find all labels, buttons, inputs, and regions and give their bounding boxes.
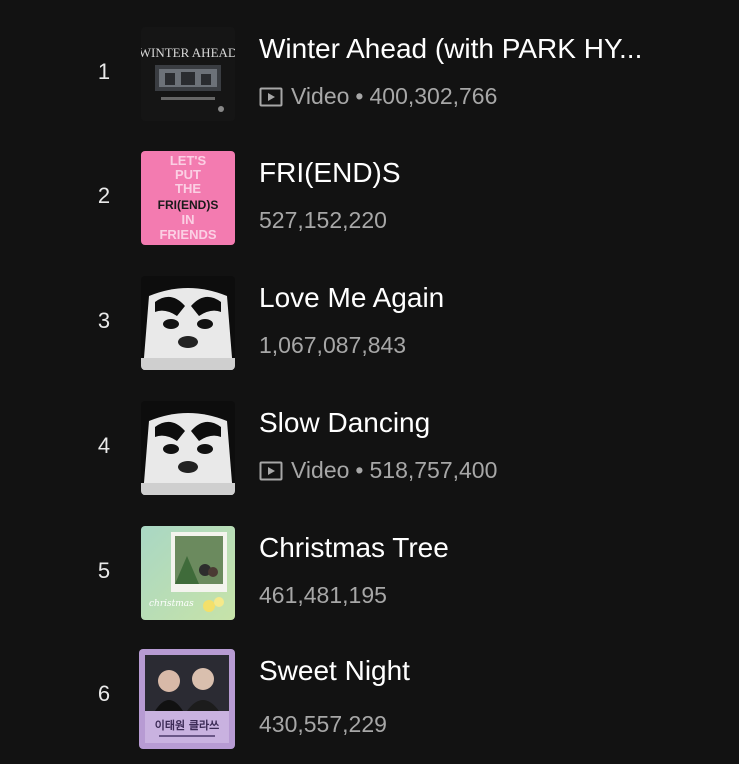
track-meta: 461,481,195 bbox=[259, 582, 387, 609]
track-title: Slow Dancing bbox=[259, 407, 431, 438]
track-row-5[interactable]: 5 christmas Christmas Tree 461,481,195 bbox=[0, 522, 739, 622]
cover-text: WINTER AHEAD bbox=[141, 45, 235, 60]
track-rank: 1 bbox=[97, 59, 111, 84]
cover-line: FRIENDS bbox=[159, 227, 216, 242]
track-type-label: Video bbox=[291, 457, 350, 483]
album-cover-friends: LET'S PUT THE FRI(END)S IN FRIENDS bbox=[141, 151, 235, 245]
track-play-count: 400,302,766 bbox=[369, 83, 498, 109]
track-row-1[interactable]: 1 WINTER AHEAD Winter Ahead (with PARK H… bbox=[0, 23, 739, 123]
album-cover-sweet-night: 이태원 클라쓰 bbox=[139, 649, 235, 749]
cover-line: LET'S bbox=[170, 153, 207, 168]
track-rank: 5 bbox=[97, 558, 111, 583]
track-rank: 4 bbox=[97, 433, 111, 458]
meta-separator: • bbox=[355, 83, 364, 109]
track-row-4[interactable]: 4 Slow Dancing Video • 518,757,400 bbox=[0, 397, 739, 497]
track-row-6[interactable]: 6 이태원 클라쓰 Sweet Night 430,557,229 bbox=[0, 645, 739, 749]
track-rank: 2 bbox=[97, 183, 111, 208]
track-title: FRI(END)S bbox=[259, 157, 401, 188]
track-play-count: 518,757,400 bbox=[369, 457, 498, 483]
cover-line: THE bbox=[175, 181, 201, 196]
cover-text: 이태원 클라쓰 bbox=[155, 718, 220, 732]
cover-line: PUT bbox=[175, 167, 201, 182]
track-play-count: 430,557,229 bbox=[259, 711, 387, 737]
video-icon bbox=[259, 461, 283, 481]
track-title: Love Me Again bbox=[259, 282, 445, 313]
album-cover-love-me-again bbox=[141, 276, 235, 370]
track-type-label: Video bbox=[291, 83, 350, 109]
track-meta: Video • 518,757,400 bbox=[259, 457, 497, 484]
track-rank: 6 bbox=[97, 681, 111, 706]
track-row-3[interactable]: 3 Love Me Again 1,067,087,843 bbox=[0, 272, 739, 372]
album-cover-christmas-tree: christmas bbox=[141, 526, 235, 620]
video-icon bbox=[259, 87, 283, 107]
cover-line: IN bbox=[182, 212, 195, 227]
track-play-count: 461,481,195 bbox=[259, 582, 387, 608]
track-title: Christmas Tree bbox=[259, 532, 449, 563]
track-title: Winter Ahead (with PARK HY... bbox=[259, 33, 643, 64]
track-title: Sweet Night bbox=[259, 655, 410, 686]
track-play-count: 527,152,220 bbox=[259, 207, 387, 233]
track-meta: 527,152,220 bbox=[259, 207, 387, 234]
track-rank: 3 bbox=[97, 308, 111, 333]
track-play-count: 1,067,087,843 bbox=[259, 332, 407, 358]
track-row-2[interactable]: 2 LET'S PUT THE FRI(END)S IN FRIENDS FRI… bbox=[0, 147, 739, 247]
track-meta: 1,067,087,843 bbox=[259, 332, 406, 359]
cover-line: FRI(END)S bbox=[158, 198, 219, 212]
track-meta: Video • 400,302,766 bbox=[259, 83, 497, 110]
album-cover-slow-dancing bbox=[141, 401, 235, 495]
track-meta: 430,557,229 bbox=[259, 711, 387, 738]
popular-tracks-list: 1 WINTER AHEAD Winter Ahead (with PARK H… bbox=[0, 0, 739, 764]
meta-separator: • bbox=[355, 457, 364, 483]
album-cover-winter-ahead: WINTER AHEAD bbox=[141, 27, 235, 121]
svg-text:christmas: christmas bbox=[149, 599, 194, 609]
